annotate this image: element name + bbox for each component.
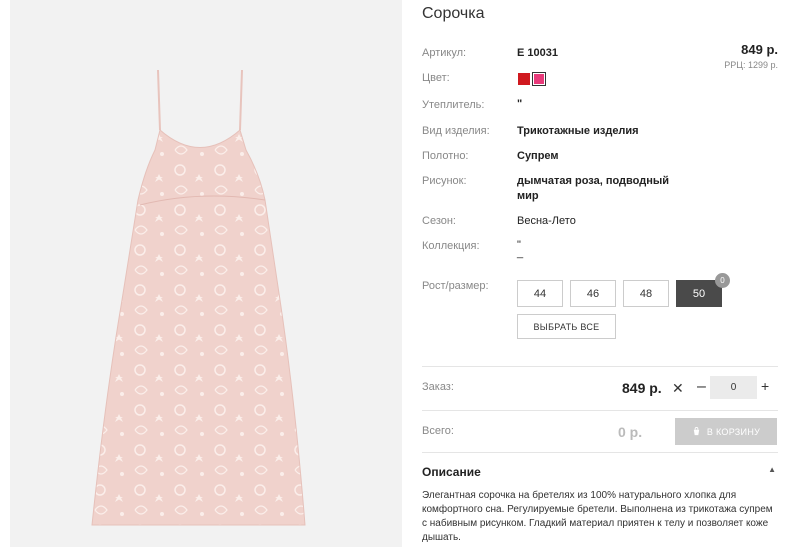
dress-photo [91,69,306,526]
divider [422,366,778,367]
page-title: Сорочка [422,5,485,22]
color-swatch-red[interactable] [518,73,530,85]
add-to-cart-label: В КОРЗИНУ [706,426,761,437]
order-price: 849 р. [622,380,662,396]
insulation-value: " [517,98,523,110]
collapse-caret-icon[interactable]: ▲ [768,465,776,474]
select-all-button[interactable]: ВЫБРАТЬ ВСЕ [517,314,616,339]
product-type-label: Вид изделия: [422,125,490,137]
fabric-value: Супрем [517,150,559,162]
divider [422,410,778,411]
pattern-label: Рисунок: [422,175,467,187]
size-label: Рост/размер: [422,280,489,292]
quantity-input[interactable] [710,376,757,399]
multiply-icon: ✕ [672,380,684,396]
order-label: Заказ: [422,381,454,393]
total-value: 0 р. [618,424,643,440]
color-label: Цвет: [422,72,450,84]
product-image[interactable] [10,0,402,547]
season-value: Весна-Лето [517,215,576,227]
fabric-label: Полотно: [422,150,469,162]
insulation-label: Утеплитель: [422,99,485,111]
increase-quantity-button[interactable]: + [761,378,769,394]
size-option-44[interactable]: 44 [517,280,563,307]
size-option-46[interactable]: 46 [570,280,616,307]
product-type-value: Трикотажные изделия [517,125,639,137]
divider [422,452,778,453]
pattern-value: дымчатая роза, подводный мир [517,175,670,202]
description-heading[interactable]: Описание [422,465,481,479]
collection-value: " _ [517,239,524,259]
cart-icon [693,427,700,436]
size-option-48[interactable]: 48 [623,280,669,307]
size-count-badge: 0 [715,273,730,288]
sku-value: Е 10031 [517,47,558,59]
collection-label: Коллекция: [422,240,480,252]
product-price: 849 р. [741,42,778,57]
season-label: Сезон: [422,215,456,227]
description-text: Элегантная сорочка на бретелях из 100% н… [422,490,773,543]
rrp-price: РРЦ: 1299 р. [724,60,778,70]
decrease-quantity-button[interactable]: – [697,378,706,396]
add-to-cart-button[interactable]: В КОРЗИНУ [675,418,777,445]
sku-label: Артикул: [422,47,467,59]
total-label: Всего: [422,425,454,437]
color-swatch-pink[interactable] [532,72,546,86]
